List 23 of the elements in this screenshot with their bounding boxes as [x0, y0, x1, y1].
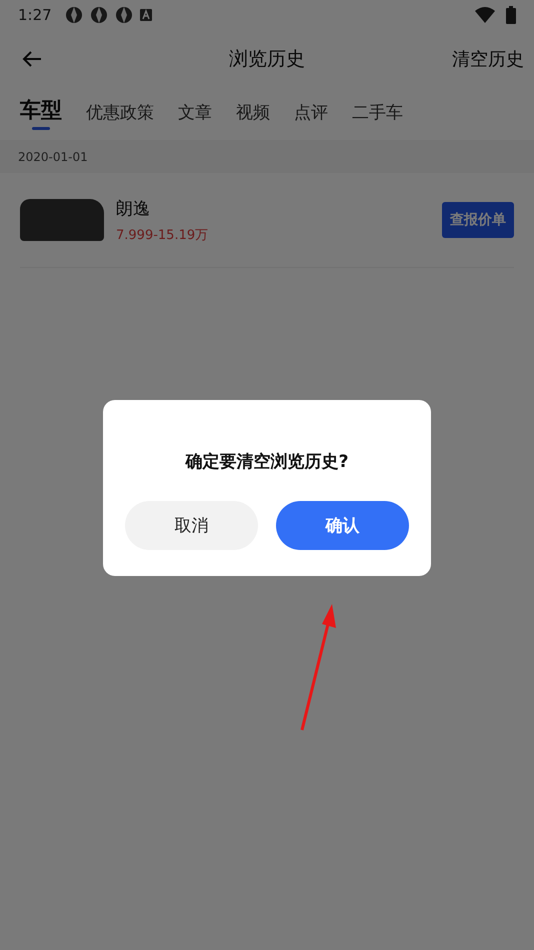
notification-icon	[64, 6, 83, 24]
cancel-button[interactable]: 取消	[125, 501, 258, 550]
category-tab[interactable]: 优惠政策	[86, 101, 154, 132]
price-quote-button[interactable]: 查报价单	[442, 202, 514, 238]
category-tab[interactable]: 二手车	[352, 101, 403, 132]
clear-history-link[interactable]: 清空历史	[452, 47, 524, 71]
notification-icon	[140, 9, 152, 21]
confirm-button[interactable]: 确认	[276, 501, 409, 550]
status-time: 1:27	[18, 6, 52, 24]
car-name: 朗逸	[116, 198, 151, 220]
page-title: 浏览历史	[229, 47, 305, 72]
notification-icon	[90, 6, 108, 24]
history-date: 2020-01-01	[18, 150, 88, 164]
category-tab[interactable]: 点评	[294, 101, 328, 132]
category-tab[interactable]: 车型	[20, 96, 62, 132]
back-arrow-icon[interactable]	[22, 50, 42, 68]
category-tab[interactable]: 视频	[236, 101, 270, 132]
dialog-message: 确定要清空浏览历史?	[186, 451, 348, 473]
car-price: 7.999-15.19万	[116, 226, 210, 244]
wifi-icon	[475, 7, 495, 23]
battery-icon	[506, 6, 516, 24]
notification-icon	[114, 6, 133, 24]
category-tab[interactable]: 文章	[178, 101, 212, 132]
